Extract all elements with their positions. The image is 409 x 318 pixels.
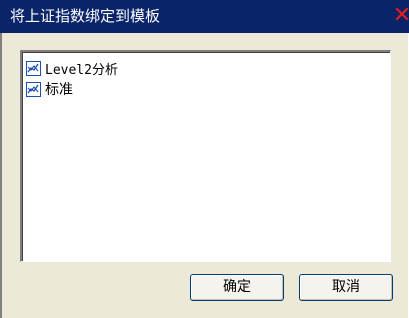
list-item-label: 标准 — [45, 82, 73, 98]
close-button[interactable]: ✕ — [389, 4, 409, 28]
ok-button[interactable]: 确定 — [190, 274, 284, 301]
cancel-button[interactable]: 取消 — [299, 274, 393, 301]
list-item[interactable]: Level2分析 — [26, 58, 118, 78]
chart-icon — [26, 81, 41, 97]
template-list[interactable]: Level2分析 标准 — [20, 50, 391, 262]
list-item[interactable]: 标准 — [26, 79, 73, 99]
close-icon: ✕ — [392, 3, 409, 28]
window-title: 将上证指数绑定到模板 — [10, 7, 161, 25]
title-bar: 将上证指数绑定到模板 ✕ — [0, 0, 409, 33]
chart-icon — [26, 60, 41, 76]
list-item-label: Level2分析 — [45, 62, 118, 78]
